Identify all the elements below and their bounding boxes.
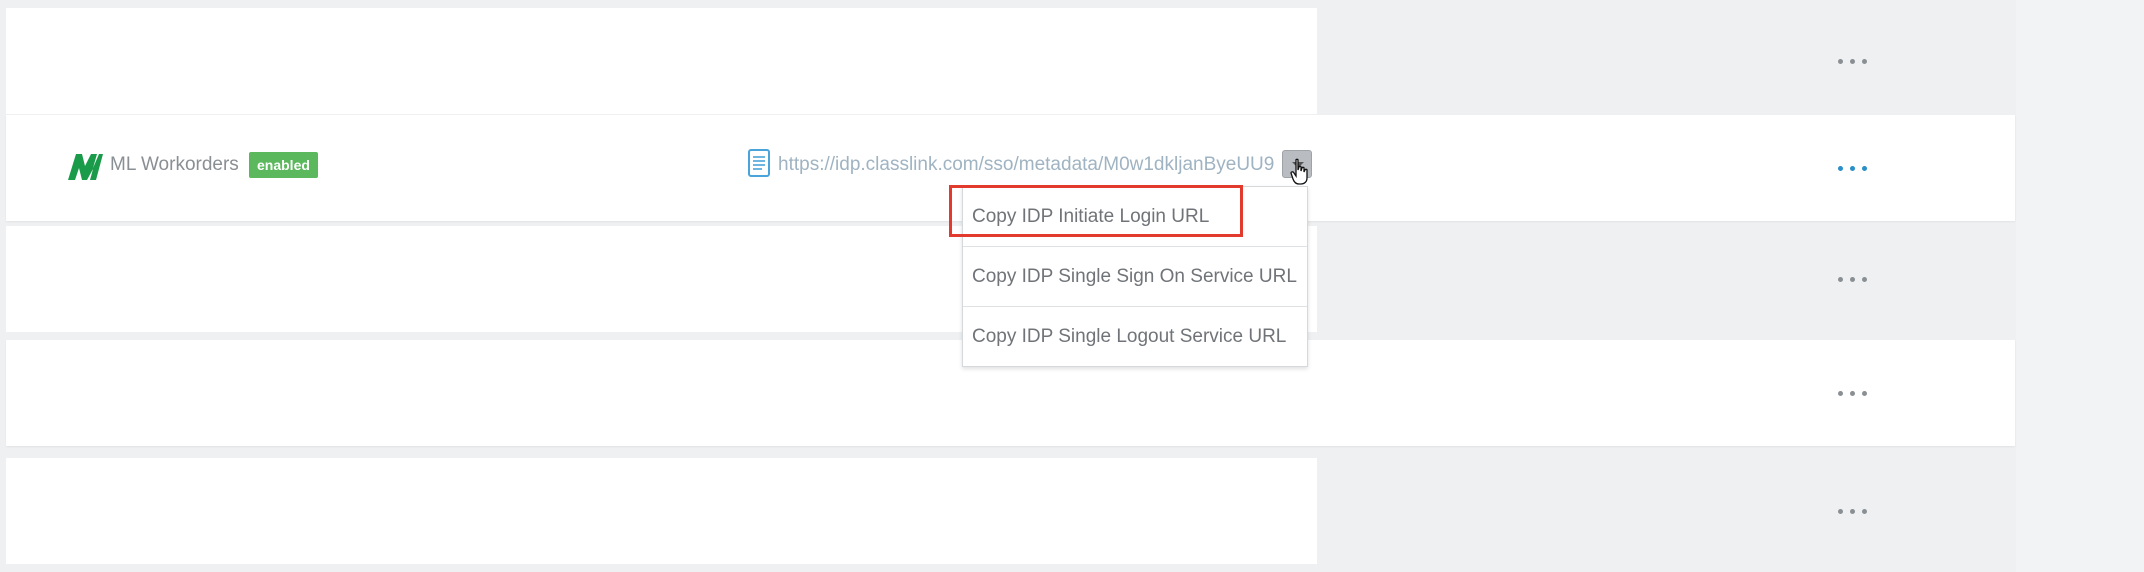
dot	[1837, 508, 1843, 514]
dot	[1861, 276, 1867, 282]
metadata-url-link[interactable]: https://idp.classlink.com/sso/metadata/M…	[778, 153, 1284, 177]
menu-item-copy-idp-initiate-login-url[interactable]: Copy IDP Initiate Login URL	[963, 187, 1307, 247]
dot	[1849, 165, 1855, 171]
dot	[1861, 390, 1867, 396]
dot	[1861, 58, 1867, 64]
hand-cursor-icon	[1290, 158, 1308, 185]
right-gutter	[2016, 0, 2144, 572]
more-actions-button[interactable]	[1828, 268, 1876, 290]
dot	[1837, 58, 1843, 64]
dot	[1837, 165, 1843, 171]
dot	[1849, 58, 1855, 64]
more-actions-button[interactable]	[1828, 157, 1876, 179]
dot	[1861, 165, 1867, 171]
status-badge: enabled	[249, 152, 318, 178]
url-dropdown-menu: Copy IDP Initiate Login URL Copy IDP Sin…	[962, 186, 1308, 367]
dot	[1849, 276, 1855, 282]
dot	[1861, 508, 1867, 514]
dot	[1849, 508, 1855, 514]
ml-logo-icon	[68, 154, 103, 180]
menu-item-copy-idp-sso-service-url[interactable]: Copy IDP Single Sign On Service URL	[963, 247, 1307, 307]
document-icon[interactable]	[748, 149, 770, 177]
dot	[1837, 276, 1843, 282]
row-background	[6, 8, 1317, 114]
more-actions-button[interactable]	[1828, 500, 1876, 522]
more-actions-button[interactable]	[1828, 382, 1876, 404]
app-row	[6, 8, 2015, 114]
dot	[1849, 390, 1855, 396]
dot	[1837, 390, 1843, 396]
app-name[interactable]: ML Workorders	[110, 153, 239, 177]
app-row	[6, 458, 2015, 564]
menu-item-copy-idp-logout-service-url[interactable]: Copy IDP Single Logout Service URL	[963, 307, 1307, 366]
row-background	[6, 458, 1317, 564]
more-actions-button[interactable]	[1828, 50, 1876, 72]
